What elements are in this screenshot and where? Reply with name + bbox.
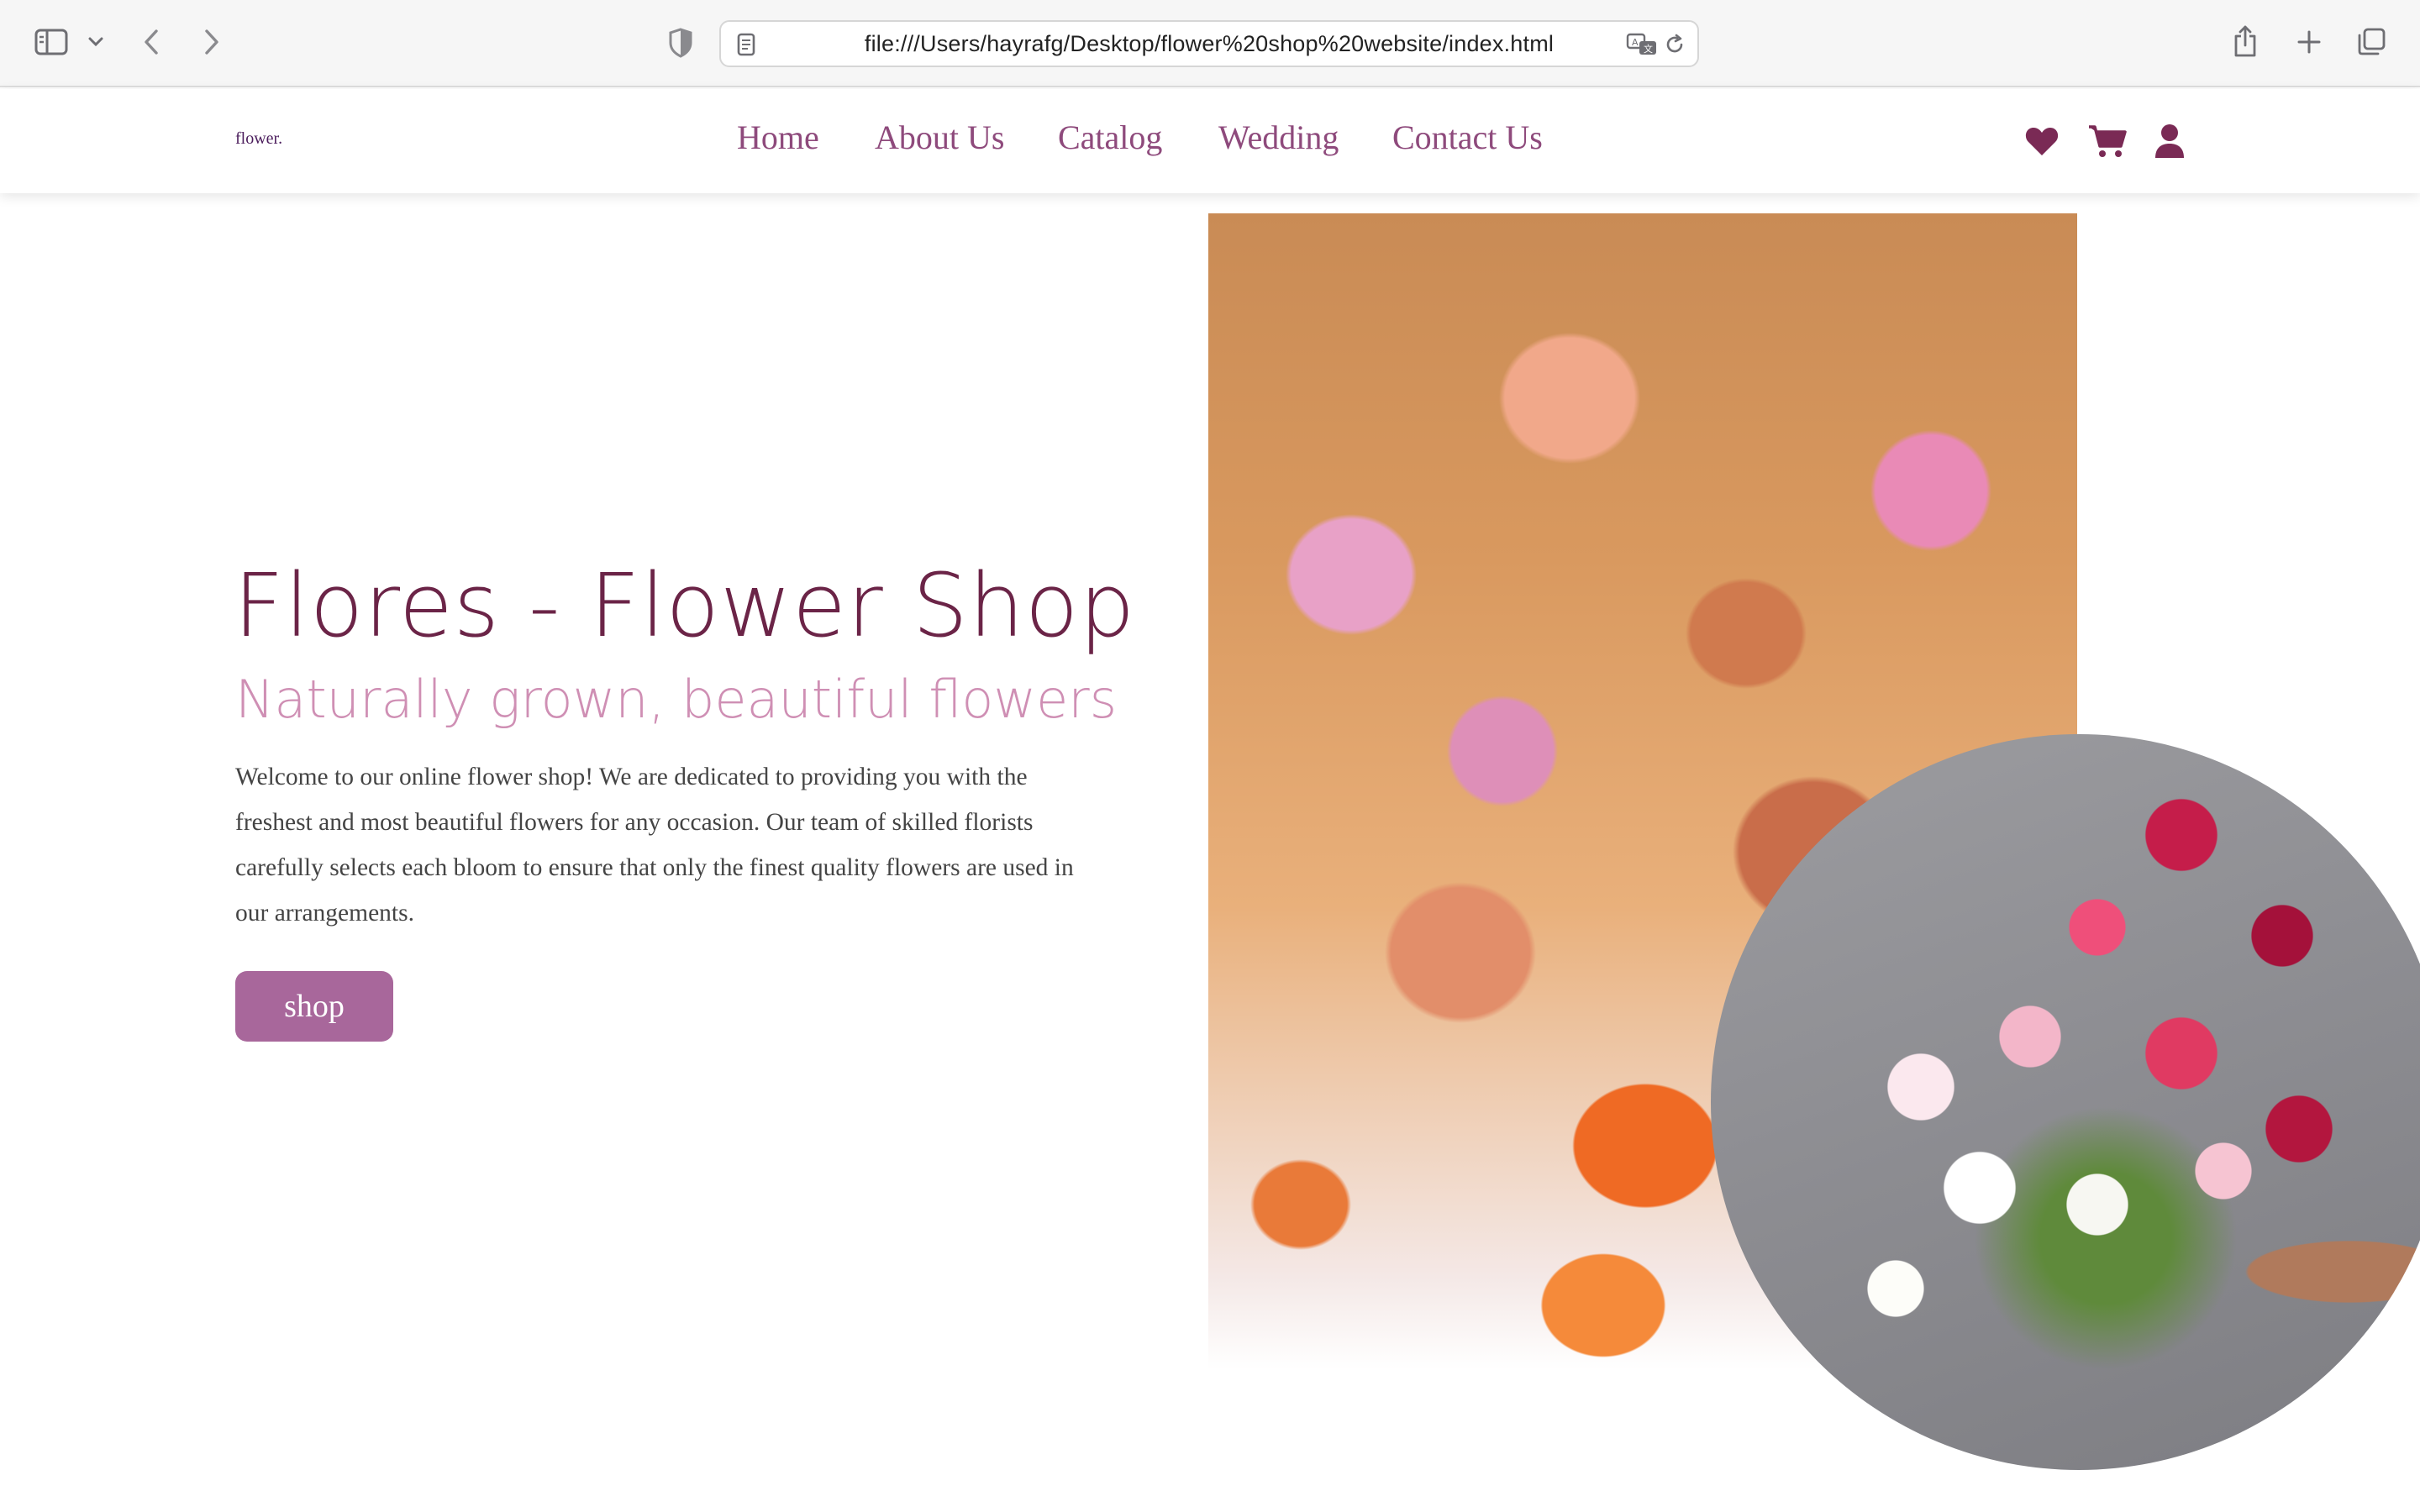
svg-text:A: A [1632, 37, 1639, 48]
nav-catalog[interactable]: Catalog [1058, 118, 1162, 157]
plus-icon[interactable] [2294, 27, 2324, 57]
tabs-overview-icon[interactable] [2354, 25, 2388, 59]
nav-wedding[interactable]: Wedding [1218, 118, 1339, 157]
sidebar-icon[interactable] [34, 27, 69, 57]
shop-button[interactable]: shop [235, 971, 393, 1042]
share-icon[interactable] [2230, 22, 2260, 60]
translate-icon[interactable]: A文 [1625, 30, 1659, 59]
reload-icon[interactable] [1662, 32, 1687, 57]
nav-about-us[interactable]: About Us [875, 118, 1004, 157]
heart-icon[interactable] [2023, 123, 2060, 160]
svg-text:文: 文 [1644, 43, 1653, 55]
chevron-left-icon[interactable] [138, 25, 165, 59]
hero-subtitle: Naturally grown, beautiful flowers [235, 669, 1118, 730]
chevron-right-icon[interactable] [198, 25, 225, 59]
nav-home[interactable]: Home [737, 118, 819, 157]
hero-title: Flores - Flower Shop [234, 554, 1136, 657]
url-text: file:///Users/hayrafg/Desktop/flower%20s… [864, 30, 1555, 56]
cart-icon[interactable] [2087, 123, 2128, 160]
chevron-down-icon[interactable] [86, 30, 106, 54]
user-icon[interactable] [2151, 123, 2188, 160]
nav-contact-us[interactable]: Contact Us [1392, 118, 1543, 157]
site-header: flower. Home About Us Catalog Wedding Co… [0, 89, 2420, 193]
shield-icon[interactable] [666, 25, 696, 60]
browser-toolbar: file:///Users/hayrafg/Desktop/flower%20s… [0, 0, 2420, 87]
address-bar[interactable]: file:///Users/hayrafg/Desktop/flower%20s… [719, 20, 1699, 67]
hero-paragraph: Welcome to our online flower shop! We ar… [235, 764, 1074, 927]
ranunculus-bouquet-photo [1711, 734, 2420, 1470]
